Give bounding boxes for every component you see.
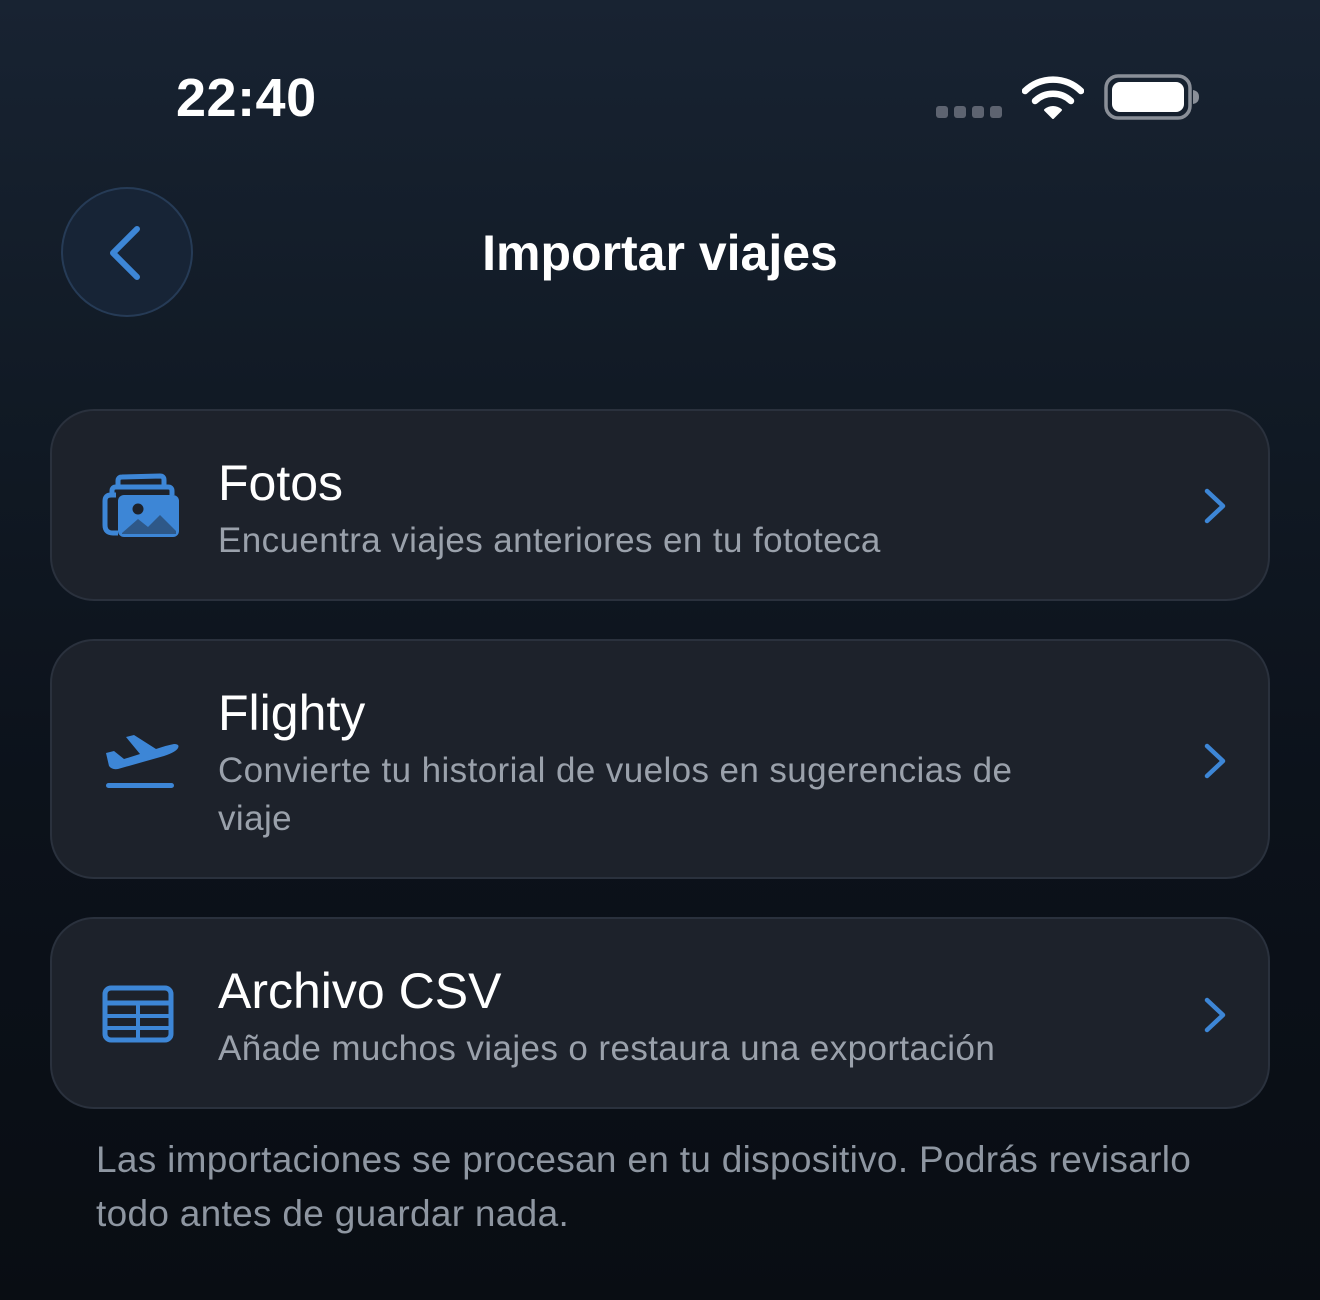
page-title: Importar viajes xyxy=(482,225,838,281)
option-title: Flighty xyxy=(218,685,366,741)
option-flighty[interactable]: Flighty Convierte tu historial de vuelos… xyxy=(50,639,1270,879)
option-title: Archivo CSV xyxy=(218,963,502,1019)
status-time: 22:40 xyxy=(176,68,317,128)
option-title: Fotos xyxy=(218,455,344,511)
cellular-signal-icon xyxy=(936,106,1002,118)
option-photos[interactable]: Fotos Encuentra viajes anteriores en tu … xyxy=(50,409,1270,601)
option-subtitle: Convierte tu historial de vuelos en suge… xyxy=(218,751,1013,838)
option-csv[interactable]: Archivo CSV Añade muchos viajes o restau… xyxy=(50,917,1270,1109)
option-subtitle: Añade muchos viajes o restaura una expor… xyxy=(218,1029,996,1068)
chevron-right-icon xyxy=(1204,743,1226,779)
photos-icon xyxy=(102,473,179,537)
option-subtitle: Encuentra viajes anteriores en tu fotote… xyxy=(218,521,881,560)
airplane-takeoff-icon xyxy=(106,735,179,788)
privacy-note: Las importaciones se procesan en tu disp… xyxy=(96,1139,1192,1234)
battery-icon xyxy=(1104,74,1199,120)
chevron-right-icon xyxy=(1204,997,1226,1033)
wifi-icon xyxy=(1022,76,1084,119)
table-icon xyxy=(102,985,174,1043)
chevron-right-icon xyxy=(1204,488,1226,524)
